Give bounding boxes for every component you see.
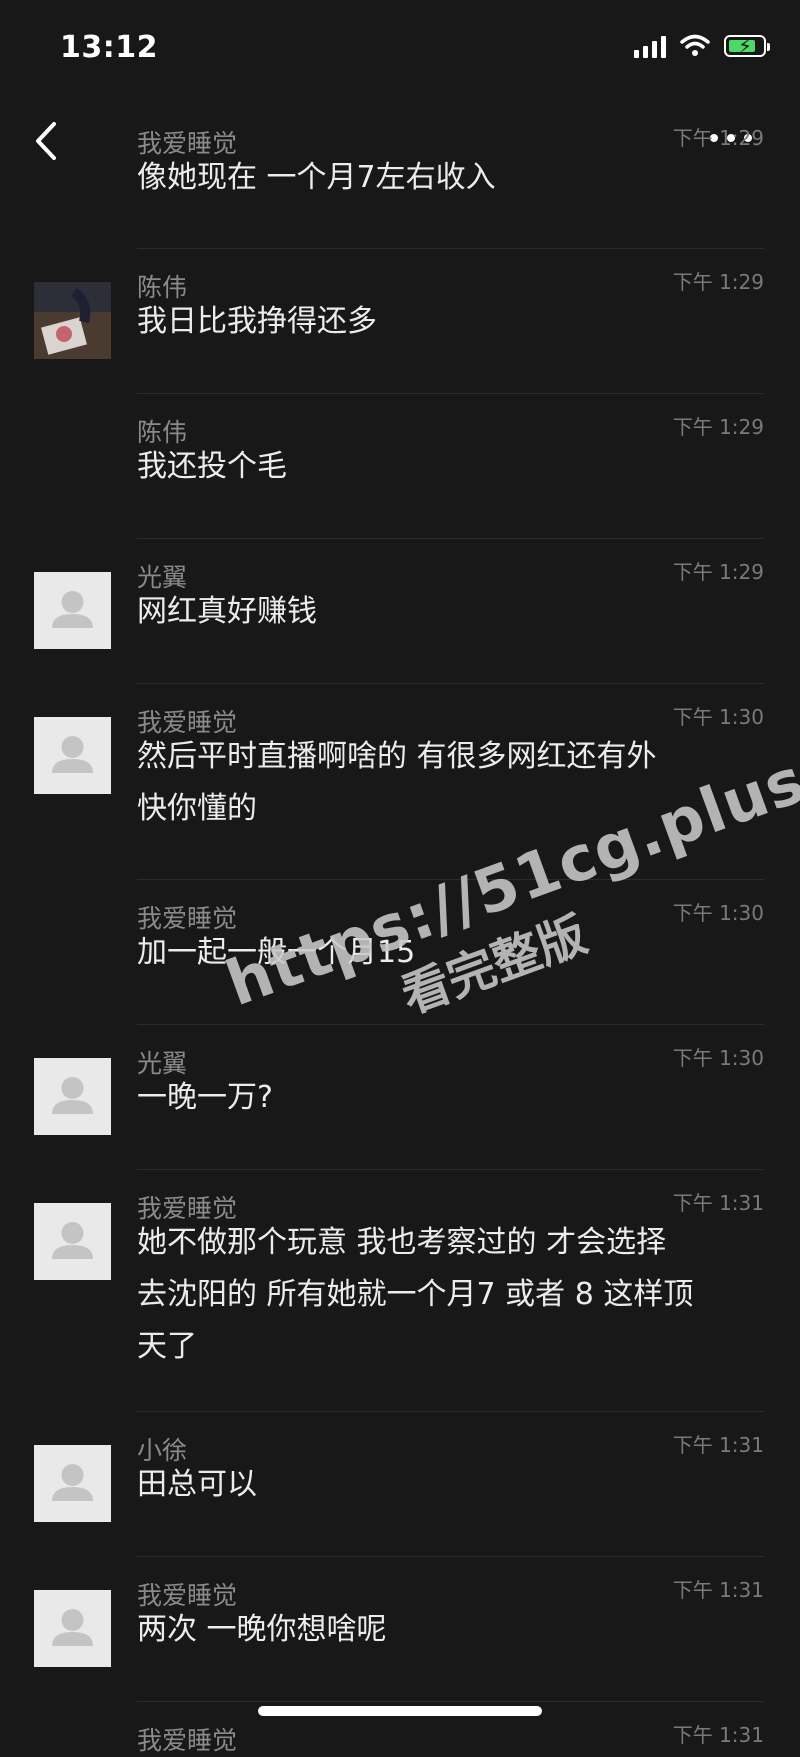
default-avatar-icon[interactable] bbox=[34, 572, 111, 649]
default-avatar-icon[interactable] bbox=[34, 1203, 111, 1280]
back-button[interactable] bbox=[30, 118, 70, 164]
message-time: 下午 1:31 bbox=[672, 1433, 764, 1457]
default-avatar-icon[interactable] bbox=[34, 1445, 111, 1522]
message-line: 一晚一万? bbox=[137, 1080, 273, 1115]
default-avatar-icon[interactable] bbox=[34, 1590, 111, 1667]
message-time: 下午 1:30 bbox=[672, 705, 764, 729]
message-time: 下午 1:31 bbox=[672, 1191, 764, 1215]
message-text: 田总可以 bbox=[137, 1459, 757, 1511]
status-bar: 13:12 ⚡ bbox=[0, 0, 800, 90]
sender-name[interactable]: 我爱睡觉 bbox=[137, 1721, 237, 1757]
message-line: 我日比我挣得还多 bbox=[137, 304, 377, 339]
message-time: 下午 1:29 bbox=[672, 415, 764, 439]
message-line: 她不做那个玩意 我也考察过的 才会选择 bbox=[137, 1225, 667, 1260]
message-time: 下午 1:31 bbox=[672, 1578, 764, 1602]
battery-charging-icon: ⚡ bbox=[724, 34, 770, 58]
status-time: 13:12 bbox=[60, 30, 158, 65]
home-indicator[interactable] bbox=[258, 1706, 542, 1716]
divider bbox=[137, 1556, 764, 1557]
message-text: 我还投个毛 bbox=[137, 441, 757, 493]
message-line: 像她现在 一个月7左右收入 bbox=[137, 160, 496, 195]
message-text: 她不做那个玩意 我也考察过的 才会选择 去沈阳的 所有她就一个月7 或者 8 这样… bbox=[137, 1217, 757, 1373]
divider bbox=[137, 1411, 764, 1412]
divider bbox=[137, 1169, 764, 1170]
chevron-left-icon bbox=[36, 122, 56, 160]
message-text: 两次 一晚你想啥呢 bbox=[137, 1604, 757, 1656]
message-line: 天了 bbox=[137, 1329, 197, 1364]
wifi-icon bbox=[680, 34, 710, 56]
default-avatar-icon[interactable] bbox=[34, 717, 111, 794]
message-time: 下午 1:29 bbox=[672, 560, 764, 584]
message-time: 下午 1:29 bbox=[672, 270, 764, 294]
divider bbox=[137, 393, 764, 394]
divider bbox=[137, 1701, 764, 1702]
message-line: 网红真好赚钱 bbox=[137, 594, 317, 629]
signal-icon bbox=[634, 34, 666, 58]
message-text: 一晚一万? bbox=[137, 1072, 757, 1124]
divider bbox=[137, 248, 764, 249]
message-line: 田总可以 bbox=[137, 1467, 257, 1502]
message-time: 下午 1:29 bbox=[672, 126, 764, 150]
message-time: 下午 1:30 bbox=[672, 1046, 764, 1070]
message-text: 网红真好赚钱 bbox=[137, 586, 757, 638]
message-line: 我还投个毛 bbox=[137, 449, 287, 484]
divider bbox=[137, 683, 764, 684]
message-line: 两次 一晚你想啥呢 bbox=[137, 1612, 387, 1647]
message-text: 我日比我挣得还多 bbox=[137, 296, 757, 348]
avatar-photo[interactable] bbox=[34, 282, 111, 359]
message-text: 像她现在 一个月7左右收入 bbox=[137, 152, 757, 204]
default-avatar-icon[interactable] bbox=[34, 1058, 111, 1135]
message-line: 去沈阳的 所有她就一个月7 或者 8 这样顶 bbox=[137, 1277, 694, 1312]
divider bbox=[137, 538, 764, 539]
status-icons: ⚡ bbox=[634, 34, 770, 58]
message-time: 下午 1:31 bbox=[672, 1723, 764, 1747]
message-line: 然后平时直播啊啥的 有很多网红还有外 bbox=[137, 739, 657, 774]
